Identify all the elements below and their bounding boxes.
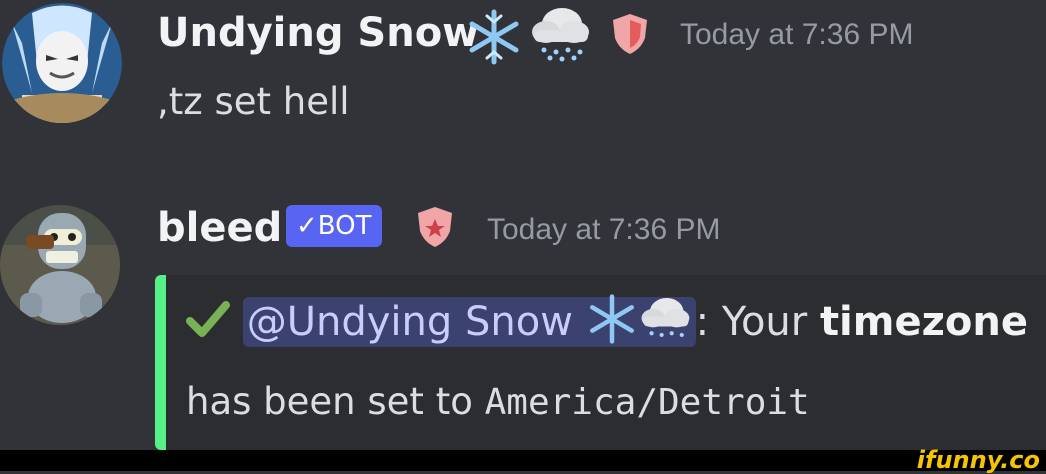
- timezone-value: America/Detroit: [484, 382, 810, 423]
- message-timestamp: Today at 7:36 PM: [680, 18, 914, 51]
- message-timestamp: Today at 7:36 PM: [487, 213, 721, 246]
- snow-cloud-icon: [528, 2, 592, 69]
- bot-tag: ✓BOT: [286, 205, 382, 247]
- avatar-undying-snow[interactable]: [2, 3, 122, 123]
- shield-star-icon[interactable]: [415, 205, 455, 254]
- message-content: ,tz set hell: [157, 80, 350, 123]
- bot-embed: @Undying Snow: Your timezone has been s…: [155, 275, 1046, 450]
- check-icon: [186, 299, 230, 349]
- watermark-bar: [0, 450, 1046, 471]
- embed-line2-text: has been set to: [186, 380, 485, 423]
- embed-text: : Your: [695, 299, 820, 345]
- embed-line-2: has been set to America/Detroit: [186, 380, 810, 423]
- shield-icon[interactable]: [610, 12, 650, 61]
- snowflake-icon: [465, 8, 523, 71]
- ifunny-watermark: ifunny.co: [916, 446, 1040, 474]
- embed-bold-word: timezone: [819, 299, 1028, 345]
- username-undying-snow[interactable]: Undying Snow: [157, 10, 479, 56]
- embed-line-1: @Undying Snow: Your timezone: [186, 293, 1028, 355]
- snowflake-icon: [586, 293, 638, 355]
- user-mention[interactable]: @Undying Snow: [242, 294, 696, 347]
- avatar-bleed[interactable]: [0, 205, 120, 325]
- username-bleed[interactable]: bleed: [157, 205, 282, 251]
- snow-cloud-icon: [638, 293, 692, 355]
